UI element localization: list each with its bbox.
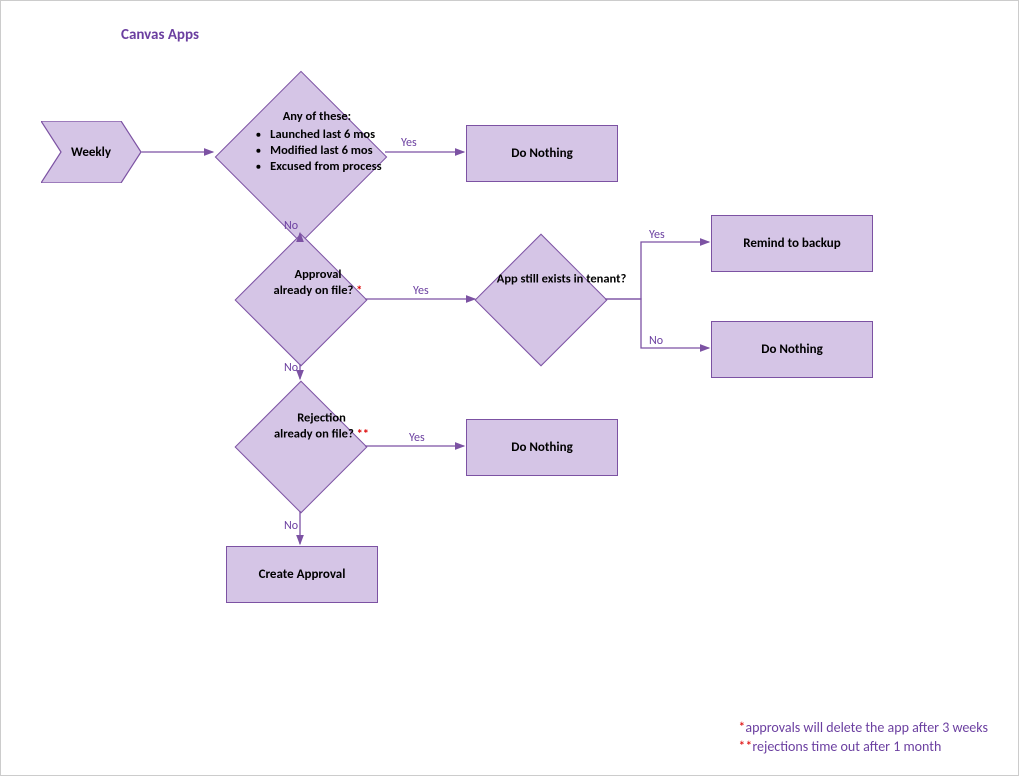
d1-heading: Any of these: [283, 108, 351, 124]
d2-marker: * [356, 283, 362, 298]
flowchart-canvas: Canvas Apps Weekly Any of these: Launche… [0, 0, 1019, 776]
label-d2-no: No [284, 361, 298, 375]
footnote1-text: approvals will delete the app after 3 we… [745, 719, 988, 736]
p5-label: Create Approval [259, 567, 346, 582]
d1-item-0: Launched last 6 mos [270, 127, 381, 143]
d3-marker: ** [357, 426, 369, 441]
d2-line1: Approval [295, 267, 342, 283]
p4-label: Do Nothing [511, 440, 573, 455]
d3-line2: already on file? [274, 426, 357, 441]
decision-any-of-these: Any of these: Launched last 6 mos Modifi… [215, 71, 388, 244]
label-d4-yes: Yes [649, 228, 665, 242]
d1-item-1: Modified last 6 mos [270, 143, 381, 159]
d2-line2: already on file? [274, 283, 357, 298]
start-node-weekly: Weekly [41, 121, 141, 183]
d1-list: Launched last 6 mos Modified last 6 mos … [252, 127, 381, 176]
process-do-nothing-1: Do Nothing [466, 125, 618, 182]
label-d1-yes: Yes [401, 136, 417, 150]
p2-label: Remind to backup [743, 236, 841, 251]
decision-rejection-on-file: Rejection already on file? ** [235, 381, 368, 514]
p1-label: Do Nothing [511, 146, 573, 161]
label-d4-no: No [649, 334, 663, 348]
d1-item-2: Excused from process [270, 159, 381, 175]
process-do-nothing-4: Do Nothing [466, 419, 618, 476]
decision-approval-on-file: Approval already on file? * [235, 234, 368, 367]
label-d3-yes: Yes [409, 431, 425, 445]
footnote2-text: rejections time out after 1 month [752, 738, 941, 755]
p3-label: Do Nothing [761, 342, 823, 357]
process-do-nothing-3: Do Nothing [711, 321, 873, 378]
process-create-approval: Create Approval [226, 546, 378, 603]
d3-line1: Rejection [297, 410, 346, 426]
label-d2-yes: Yes [413, 284, 429, 298]
page-title: Canvas Apps [121, 26, 199, 44]
footnote2-marker: ** [738, 738, 752, 755]
connectors [1, 1, 1019, 777]
process-remind-backup: Remind to backup [711, 215, 873, 272]
start-label: Weekly [41, 121, 141, 183]
label-d3-no: No [284, 519, 298, 533]
d4-line1: App still exists in tenant? [497, 271, 627, 287]
footnotes: *approvals will delete the app after 3 w… [738, 718, 988, 757]
decision-app-exists: App still exists in tenant? [475, 234, 608, 367]
label-d1-no: No [284, 219, 298, 233]
